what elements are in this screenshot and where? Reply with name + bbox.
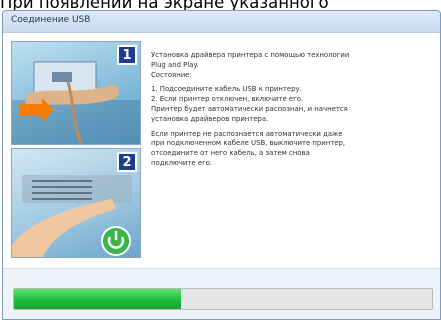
window-content: 1 2 Установка драйвера принтера с помощь… [3,33,440,269]
usb-cable-illustration: 1 [11,41,141,145]
intro-line: Установка драйвера принтера с помощью те… [151,51,350,59]
title-bar: Соединение USB [3,11,440,33]
instructions-text: Установка драйвера принтера с помощью те… [151,51,436,174]
step-line: 2. Если принтер отключен, включите его. [151,95,304,104]
usb-connection-window: Соединение USB 1 2 Установка драйвера пр… [2,10,441,320]
note-line: отсоедините от него кабель, а затем снов… [151,149,310,158]
note-line: Если принтер не распознается автоматичес… [151,129,343,138]
step-line: Принтер будет автоматически распознан, и… [151,104,348,113]
step-line: 1. Подсоедините кабель USB к принтеру. [151,85,302,94]
power-button-illustration: 2 [11,148,141,258]
window-title: Соединение USB [11,15,91,25]
step-number-badge: 2 [117,152,137,172]
note-line: подключите его. [151,158,213,167]
step-line: установка драйверов принтера. [151,114,269,123]
step-number-badge: 1 [117,45,137,65]
progress-fill [14,289,182,309]
status-label: Состояние: [151,70,192,79]
note-line: при подключенном кабеле USB, выключите п… [151,139,346,148]
intro-line: Plug and Play. [151,60,199,69]
install-progress-bar [13,288,433,310]
